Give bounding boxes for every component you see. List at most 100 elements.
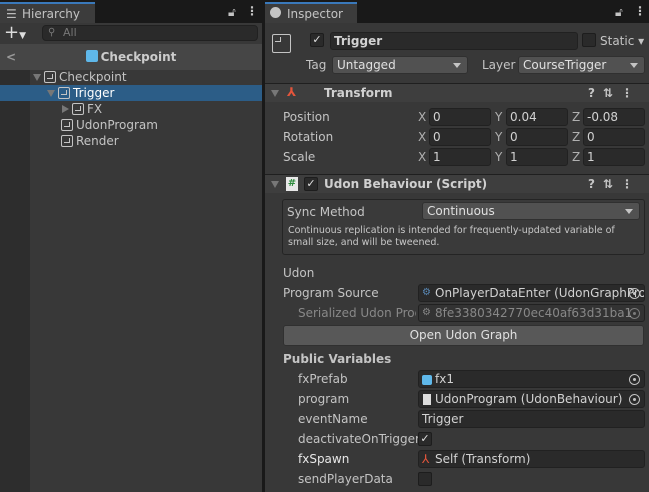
object-picker-icon[interactable] <box>629 374 640 385</box>
var-program-field[interactable]: UdonProgram (UdonBehaviour) <box>418 390 645 408</box>
static-checkbox[interactable] <box>582 33 596 47</box>
layer-label: Layer <box>482 58 516 72</box>
program-source-field[interactable]: ⚙OnPlayerDataEnter (UdonGraphProgramAsse… <box>418 284 645 302</box>
serialized-program-label: Serialized Udon Program Asset <box>298 306 416 320</box>
var-eventName-field[interactable]: Trigger <box>418 410 645 428</box>
layer-dropdown[interactable]: CourseTrigger <box>518 56 645 74</box>
var-fxSpawn-field[interactable]: ⅄ Self (Transform) <box>418 450 645 468</box>
transform-icon: ⅄ <box>422 452 430 466</box>
public-variables-title: Public Variables <box>283 352 392 366</box>
udon-section-label: Udon <box>283 266 315 280</box>
scene-header: < Checkpoint <box>0 44 262 70</box>
var-eventName-label: eventName <box>298 412 368 426</box>
tree-item-udonprogram[interactable]: UdonProgram <box>61 117 158 133</box>
component-buttons[interactable]: ?⇅⋮ <box>588 175 641 193</box>
gameobject-icon <box>72 103 84 115</box>
tree-item-render[interactable]: Render <box>61 133 119 149</box>
list-icon: ☰ <box>6 7 17 21</box>
gameobject-icon[interactable] <box>272 34 291 53</box>
lock-icon[interactable]: 🔓︎ <box>615 5 623 20</box>
transform-position-y-input[interactable]: 0.04 <box>506 108 568 126</box>
tree-item-trigger[interactable]: Trigger <box>47 85 114 101</box>
tree-item-fx[interactable]: FX <box>62 101 102 117</box>
prefab-icon <box>85 50 98 62</box>
transform-scale-label: Scale <box>283 150 316 164</box>
axis-x-label: X <box>418 130 427 144</box>
var-sendPlayerData-checkbox[interactable] <box>418 472 432 486</box>
prefab-gutter <box>0 70 30 492</box>
axis-z-label: Z <box>572 110 581 124</box>
udon-graph-icon: ⚙ <box>422 287 431 298</box>
transform-position-label: Position <box>283 110 330 124</box>
script-icon: # <box>286 177 298 191</box>
prefab-icon <box>422 375 432 385</box>
gameobject-icon <box>58 87 70 99</box>
tag-dropdown[interactable]: Untagged <box>332 56 468 74</box>
transform-scale-y-input[interactable]: 1 <box>506 148 568 166</box>
transform-rotation-z-input[interactable]: 0 <box>583 128 645 146</box>
search-input[interactable]: ⚲ All <box>42 25 258 41</box>
var-fxPrefab-label: fxPrefab <box>298 372 348 386</box>
transform-scale-x-input[interactable]: 1 <box>429 148 491 166</box>
lock-icon[interactable]: 🔓︎ <box>228 5 236 20</box>
object-picker-icon[interactable] <box>629 288 640 299</box>
hierarchy-panel: +▼ ⚲ All < Checkpoint Checkpoint Trigger … <box>0 23 262 492</box>
selection-highlight <box>0 85 262 101</box>
back-icon[interactable]: < <box>6 44 16 70</box>
transform-header[interactable]: ⅄ Transform ?⇅⋮ <box>265 83 649 102</box>
var-sendPlayerData-label: sendPlayerData <box>298 472 393 486</box>
udon-graph-icon: ⚙ <box>422 307 431 318</box>
tree-item-checkpoint[interactable]: Checkpoint <box>33 69 127 85</box>
gameobject-icon <box>61 119 73 131</box>
axis-x-label: X <box>418 110 427 124</box>
sync-method-label: Sync Method <box>287 205 365 219</box>
expand-icon[interactable] <box>33 74 41 81</box>
axis-y-label: Y <box>495 130 503 144</box>
component-buttons[interactable]: ?⇅⋮ <box>588 84 641 102</box>
static-dropdown[interactable]: Static ▾ <box>600 32 644 50</box>
object-picker-icon <box>629 308 640 319</box>
more-icon[interactable]: ⋮ <box>246 4 258 18</box>
axis-z-label: Z <box>572 130 581 144</box>
transform-scale-z-input[interactable]: 1 <box>583 148 645 166</box>
tag-label: Tag <box>306 58 327 72</box>
serialized-program-field: ⚙ 8fe3380342770ec40af63d31ba1 <box>418 304 645 322</box>
transform-rotation-y-input[interactable]: 0 <box>506 128 568 146</box>
sync-method-dropdown[interactable]: Continuous <box>422 202 640 220</box>
more-icon[interactable]: ⋮ <box>634 4 646 18</box>
var-program-label: program <box>298 392 350 406</box>
transform-position-x-input[interactable]: 0 <box>429 108 491 126</box>
axis-z-label: Z <box>572 150 581 164</box>
axis-y-label: Y <box>495 150 503 164</box>
expand-icon[interactable] <box>62 105 69 113</box>
program-source-label: Program Source <box>283 286 379 300</box>
object-picker-icon[interactable] <box>629 394 640 405</box>
var-fxPrefab-field[interactable]: fx1 <box>418 370 645 388</box>
axis-x-label: X <box>418 150 427 164</box>
enabled-checkbox[interactable]: ✓ <box>304 177 318 191</box>
active-checkbox[interactable]: ✓ <box>310 33 324 47</box>
collapse-icon[interactable] <box>271 181 279 188</box>
transform-rotation-x-input[interactable]: 0 <box>429 128 491 146</box>
add-button[interactable]: +▼ <box>4 24 26 45</box>
sync-help-text: Continuous replication is intended for f… <box>288 225 615 248</box>
transform-position-z-input[interactable]: -0.08 <box>583 108 645 126</box>
tab-inspector[interactable]: Inspector <box>265 2 357 24</box>
search-icon: ⚲ <box>48 27 56 38</box>
tab-hierarchy[interactable]: ☰ Hierarchy <box>0 2 95 24</box>
script-icon <box>423 394 431 405</box>
var-deactivateOnTrigger-checkbox[interactable]: ✓ <box>418 432 432 446</box>
collapse-icon[interactable] <box>271 90 279 97</box>
var-fxSpawn-label: fxSpawn <box>298 452 350 466</box>
udon-behaviour-header[interactable]: # ✓ Udon Behaviour (Script) ?⇅⋮ <box>265 174 649 193</box>
var-deactivateOnTrigger-label: deactivateOnTrigger <box>298 432 420 446</box>
open-udon-graph-button[interactable]: Open Udon Graph <box>283 325 644 346</box>
gameobject-icon <box>61 135 73 147</box>
transform-icon: ⅄ <box>287 85 297 99</box>
object-name-input[interactable]: Trigger <box>330 32 578 50</box>
transform-rotation-label: Rotation <box>283 130 334 144</box>
expand-icon[interactable] <box>47 90 55 97</box>
info-icon <box>270 7 281 18</box>
gameobject-icon <box>44 71 56 83</box>
axis-y-label: Y <box>495 110 503 124</box>
